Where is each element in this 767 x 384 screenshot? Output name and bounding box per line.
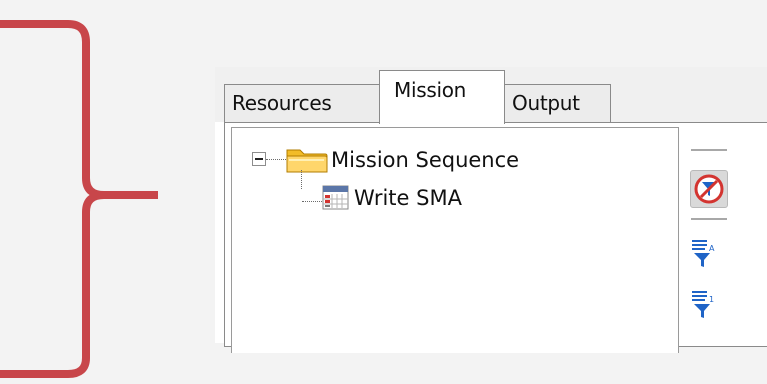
sort-filter-numeric-icon[interactable]: 1 (691, 288, 719, 324)
tree-connector-child (302, 201, 324, 202)
folder-icon (286, 146, 328, 183)
tree-connector-line (266, 159, 288, 160)
svg-text:A: A (709, 244, 715, 253)
svg-text:1: 1 (709, 295, 714, 304)
tree-root-label: Mission Sequence (331, 148, 520, 172)
sort-filter-alpha-icon[interactable]: A (691, 237, 719, 273)
tab-bar: Resources Mission Output (215, 67, 767, 124)
toolbar-separator-middle (691, 218, 727, 220)
tab-resources[interactable]: Resources (224, 84, 380, 122)
mission-tab-content: Mission Sequence Write SMA A 1 (224, 122, 767, 353)
tab-output-label: Output (512, 91, 580, 115)
tab-mission[interactable]: Mission (379, 70, 505, 124)
mission-panel: Resources Mission Output Mission Sequenc… (215, 67, 767, 353)
tab-resources-label: Resources (232, 91, 332, 115)
tree-item-label: Write SMA (354, 186, 462, 210)
tree-filter-toolbar: A 1 (679, 127, 767, 352)
clear-filter-button[interactable] (690, 170, 728, 208)
tab-mission-label: Mission (394, 78, 467, 102)
grid-table-icon (322, 184, 350, 221)
tab-output[interactable]: Output (504, 84, 611, 122)
no-filter-icon (691, 174, 727, 211)
mission-tree[interactable]: Mission Sequence Write SMA (231, 127, 679, 353)
tree-connector-vertical (301, 170, 302, 189)
minus-box-icon[interactable] (252, 152, 266, 166)
toolbar-separator-top (691, 149, 727, 151)
